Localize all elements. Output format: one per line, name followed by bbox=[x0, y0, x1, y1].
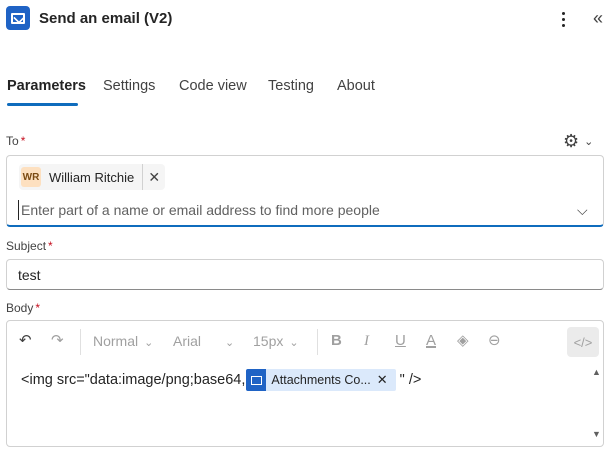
body-editor[interactable]: ↶ ↷ Normal ⌄ Arial ⌄ 15px ⌄ B I U A ◈ ⊖ </>… bbox=[6, 320, 604, 447]
font-color-icon[interactable]: A bbox=[426, 331, 436, 351]
tab-bar: Parameters Settings Code view Testing Ab… bbox=[0, 70, 614, 108]
token-label: Attachments Co... bbox=[271, 373, 371, 387]
body-content[interactable]: <img src="data:image/png;base64, Attachm… bbox=[21, 369, 421, 391]
required-mark: * bbox=[20, 134, 26, 148]
scroll-up-arrow[interactable]: ▲ bbox=[592, 367, 601, 377]
tab-testing[interactable]: Testing bbox=[268, 78, 314, 106]
outlook-icon bbox=[246, 369, 267, 391]
active-tab-indicator bbox=[7, 103, 78, 106]
font-select[interactable]: Arial ⌄ bbox=[173, 333, 234, 349]
chevron-down-icon: ⌄ bbox=[225, 337, 235, 349]
more-options-button[interactable] bbox=[552, 8, 574, 30]
dynamic-content-token[interactable]: Attachments Co... ✕ bbox=[246, 369, 396, 391]
subject-label: Subject * bbox=[6, 239, 53, 253]
outlook-icon bbox=[6, 6, 30, 30]
tab-parameters[interactable]: Parameters bbox=[7, 78, 86, 106]
tab-code-view[interactable]: Code view bbox=[179, 78, 247, 106]
editor-toolbar: ↶ ↷ Normal ⌄ Arial ⌄ 15px ⌄ B I U A ◈ ⊖ </> bbox=[7, 321, 603, 361]
link-icon[interactable]: ⊖ bbox=[488, 331, 501, 351]
toolbar-divider bbox=[317, 329, 318, 355]
body-label: Body * bbox=[6, 301, 41, 315]
body-text-prefix: <img src="data:image/png;base64, bbox=[21, 372, 246, 388]
collapse-panel-button[interactable]: « bbox=[586, 6, 610, 30]
italic-icon[interactable]: I bbox=[364, 331, 369, 351]
chevron-down-icon[interactable]: ⌵ bbox=[577, 202, 588, 219]
subject-input[interactable] bbox=[18, 266, 578, 284]
recipient-chip: WR William Ritchie ✕ bbox=[19, 164, 166, 190]
highlight-icon[interactable]: ◈ bbox=[457, 331, 469, 351]
chevron-down-icon: ⌄ bbox=[289, 337, 299, 349]
required-mark: * bbox=[48, 239, 53, 253]
toolbar-divider bbox=[80, 329, 81, 355]
action-title[interactable]: Send an email (V2) bbox=[39, 10, 172, 27]
required-mark: * bbox=[35, 301, 41, 315]
remove-recipient-button[interactable]: ✕ bbox=[143, 169, 165, 186]
redo-icon[interactable]: ↷ bbox=[51, 331, 64, 351]
people-search-input[interactable] bbox=[18, 200, 558, 220]
to-field[interactable]: WR William Ritchie ✕ ⌵ bbox=[6, 155, 604, 227]
body-text-suffix: " /> bbox=[399, 372, 422, 388]
bold-icon[interactable]: B bbox=[331, 331, 342, 351]
tab-about[interactable]: About bbox=[337, 78, 375, 106]
undo-icon[interactable]: ↶ bbox=[19, 331, 32, 351]
gear-icon: ⚙ bbox=[563, 131, 580, 151]
header: Send an email (V2) « bbox=[0, 0, 614, 38]
to-label: To * bbox=[6, 134, 26, 148]
tab-settings[interactable]: Settings bbox=[103, 78, 155, 106]
font-size-select[interactable]: 15px ⌄ bbox=[253, 333, 299, 349]
parameter-settings-button[interactable]: ⚙ ⌄ bbox=[563, 130, 603, 152]
avatar: WR bbox=[21, 167, 41, 187]
underline-icon[interactable]: U bbox=[395, 331, 406, 351]
code-view-toggle-icon[interactable]: </> bbox=[567, 327, 599, 357]
recipient-name: William Ritchie bbox=[49, 169, 135, 185]
format-select[interactable]: Normal ⌄ bbox=[93, 333, 153, 349]
subject-field[interactable] bbox=[6, 259, 604, 290]
chevron-down-icon: ⌄ bbox=[584, 135, 594, 148]
chevron-down-icon: ⌄ bbox=[144, 337, 154, 349]
scroll-down-arrow[interactable]: ▼ bbox=[592, 429, 601, 439]
remove-token-button[interactable]: ✕ bbox=[377, 372, 396, 388]
